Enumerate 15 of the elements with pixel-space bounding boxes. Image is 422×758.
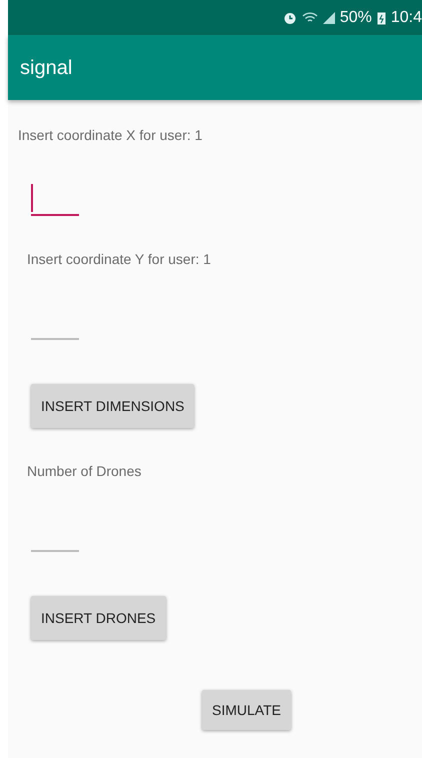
signal-icon: [322, 12, 335, 24]
input-field[interactable]: [31, 182, 79, 216]
app-title: signal: [20, 56, 72, 80]
alarm-icon: [282, 10, 297, 24]
simulate-button[interactable]: SIMULATE: [202, 690, 291, 730]
action-button[interactable]: INSERT DRONES: [31, 596, 166, 640]
wifi-icon: [302, 12, 318, 24]
battery-percent: 50%: [340, 8, 372, 28]
battery-icon: [376, 10, 386, 24]
clock-time: 10:4: [390, 8, 422, 28]
field-label: Number of Drones: [27, 463, 142, 479]
field-label: Insert coordinate X for user: 1: [18, 127, 202, 143]
action-button[interactable]: INSERT DIMENSIONS: [31, 384, 194, 428]
text-cursor-icon: [31, 184, 33, 212]
field-label: Insert coordinate Y for user: 1: [27, 251, 211, 267]
